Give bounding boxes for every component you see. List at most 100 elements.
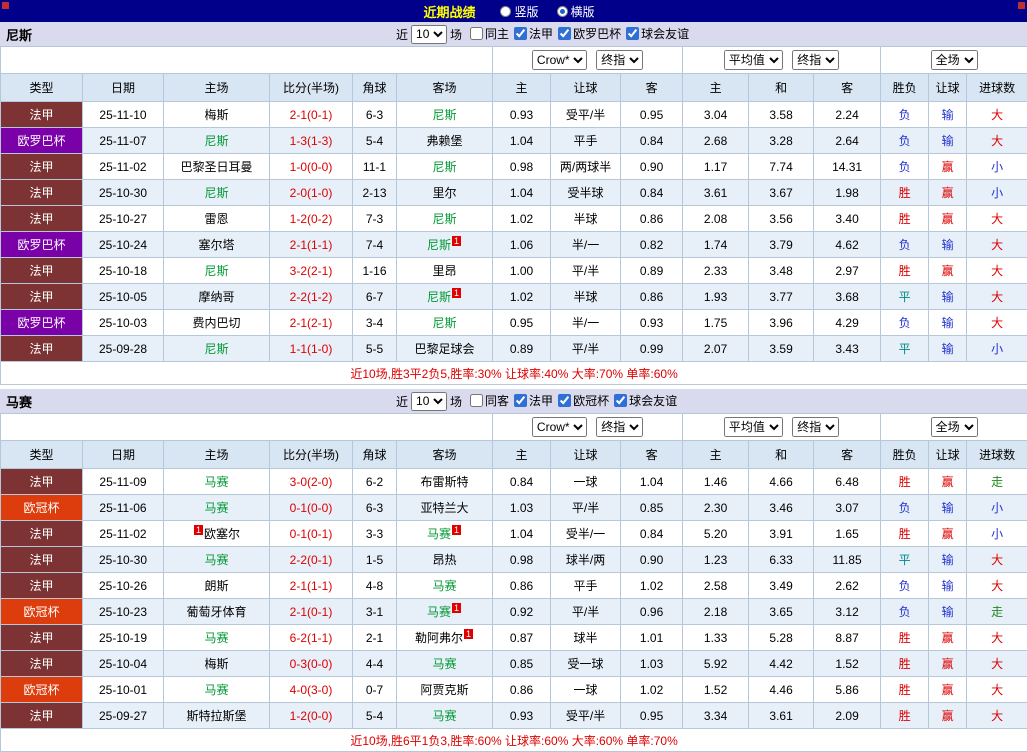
match-count-select[interactable]: 10 — [411, 392, 447, 411]
handicap-result-cell: 赢 — [929, 469, 967, 495]
avg-odds-select[interactable]: 平均值 — [724, 50, 783, 70]
avg-away-odds-cell: 1.98 — [814, 180, 881, 206]
result-cell: 负 — [881, 232, 929, 258]
team-label: 摩纳哥 — [198, 290, 234, 304]
filter-option[interactable]: 欧罗巴杯 — [558, 25, 621, 42]
result-cell: 负 — [881, 154, 929, 180]
home-team-cell: 马赛 — [164, 677, 270, 703]
corner-cell: 7-4 — [353, 232, 397, 258]
goals-cell: 走 — [967, 599, 1027, 625]
filter-option[interactable]: 法甲 — [514, 392, 553, 409]
result-cell: 平 — [881, 336, 929, 362]
bookmaker-select-cell: Crow* 终指 — [493, 414, 683, 441]
competition-cell: 法甲 — [1, 573, 83, 599]
date-cell: 25-10-05 — [83, 284, 164, 310]
avg-mode-select[interactable]: 终指 — [792, 50, 839, 70]
corner-decoration-icon — [2, 2, 9, 9]
avg-draw-odds-cell: 3.59 — [749, 336, 814, 362]
filter-checkbox[interactable] — [626, 27, 639, 40]
handicap-result-cell: 输 — [929, 573, 967, 599]
section-header: 尼斯 近 10 场 同主法甲欧罗巴杯球会友谊 — [0, 22, 1027, 46]
topbar: 近期战绩 竖版 横版 — [0, 0, 1027, 22]
match-row: 欧罗巴杯25-11-07尼斯1-3(1-3)5-4弗赖堡1.04平手0.842.… — [1, 128, 1027, 154]
score-cell: 0-1(0-0) — [270, 495, 353, 521]
scope-select[interactable]: 全场 — [931, 417, 978, 437]
filter-option[interactable]: 球会友谊 — [614, 392, 677, 409]
filter-checkbox-label: 欧罗巴杯 — [573, 25, 621, 42]
team-label: 尼斯 — [433, 212, 457, 226]
team-label: 弗赖堡 — [427, 134, 463, 148]
avg-draw-odds-cell: 3.65 — [749, 599, 814, 625]
avg-select-cell: 平均值 终指 — [683, 47, 881, 74]
corner-cell: 5-4 — [353, 128, 397, 154]
filter-checkbox[interactable] — [470, 27, 483, 40]
bookmaker-select[interactable]: Crow* — [532, 417, 587, 437]
scope-select[interactable]: 全场 — [931, 50, 978, 70]
page-title: 近期战绩 — [423, 2, 475, 21]
avg-mode-select[interactable]: 终指 — [792, 417, 839, 437]
score-cell: 3-0(2-0) — [270, 469, 353, 495]
away-team-cell: 阿贾克斯 — [397, 677, 493, 703]
competition-cell: 法甲 — [1, 154, 83, 180]
handicap-home-odds-cell: 1.04 — [493, 128, 551, 154]
avg-odds-select[interactable]: 平均值 — [724, 417, 783, 437]
filter-option[interactable]: 同客 — [470, 392, 509, 409]
filter-checkbox[interactable] — [558, 394, 571, 407]
handicap-home-odds-cell: 0.93 — [493, 703, 551, 729]
handicap-home-odds-cell: 0.85 — [493, 651, 551, 677]
team-label: 马赛 — [204, 553, 228, 567]
score-cell: 1-2(0-2) — [270, 206, 353, 232]
avg-home-odds-cell: 5.92 — [683, 651, 749, 677]
competition-cell: 法甲 — [1, 180, 83, 206]
result-cell: 负 — [881, 102, 929, 128]
home-team-cell: 马赛 — [164, 469, 270, 495]
match-row: 欧冠杯25-11-06马赛0-1(0-0)6-3亚特兰大1.03平/半0.852… — [1, 495, 1027, 521]
red-card-badge: 1 — [452, 525, 461, 535]
team-label: 雷恩 — [204, 212, 228, 226]
filter-checkbox[interactable] — [470, 394, 483, 407]
filter-option[interactable]: 欧冠杯 — [558, 392, 609, 409]
filter-option[interactable]: 法甲 — [514, 25, 553, 42]
handicap-away-odds-cell: 0.95 — [621, 102, 683, 128]
handicap-line-cell: 半球 — [551, 284, 621, 310]
team-label: 马赛 — [204, 683, 228, 697]
filter-checkbox[interactable] — [614, 394, 627, 407]
team-label: 马赛 — [427, 605, 451, 619]
handicap-away-odds-cell: 0.85 — [621, 495, 683, 521]
team-label: 亚特兰大 — [421, 501, 469, 515]
filter-checkbox[interactable] — [514, 394, 527, 407]
layout-radio-vertical[interactable]: 竖版 — [500, 3, 538, 20]
column-header: 角球 — [353, 74, 397, 102]
team-label: 费内巴切 — [192, 316, 240, 330]
date-cell: 25-11-02 — [83, 154, 164, 180]
away-team-cell: 马赛 — [397, 573, 493, 599]
away-team-cell: 马赛1 — [397, 521, 493, 547]
handicap-away-odds-cell: 0.86 — [621, 284, 683, 310]
team-label: 阿贾克斯 — [421, 683, 469, 697]
bookmaker-mode-select[interactable]: 终指 — [596, 417, 643, 437]
corner-cell: 6-2 — [353, 469, 397, 495]
team-label: 塞尔塔 — [198, 238, 234, 252]
handicap-result-cell: 输 — [929, 102, 967, 128]
avg-away-odds-cell: 8.87 — [814, 625, 881, 651]
bookmaker-mode-select[interactable]: 终指 — [596, 50, 643, 70]
competition-cell: 法甲 — [1, 625, 83, 651]
date-cell: 25-11-07 — [83, 128, 164, 154]
filter-option[interactable]: 同主 — [470, 25, 509, 42]
filter-checkbox[interactable] — [514, 27, 527, 40]
corner-cell: 3-3 — [353, 521, 397, 547]
filter-checkbox[interactable] — [558, 27, 571, 40]
column-header: 客场 — [397, 74, 493, 102]
team-label: 巴黎圣日耳曼 — [180, 160, 252, 174]
handicap-away-odds-cell: 1.02 — [621, 573, 683, 599]
handicap-result-cell: 赢 — [929, 258, 967, 284]
avg-home-odds-cell: 2.68 — [683, 128, 749, 154]
filter-option[interactable]: 球会友谊 — [626, 25, 689, 42]
match-row: 法甲25-11-10梅斯2-1(0-1)6-3尼斯0.93受平/半0.953.0… — [1, 102, 1027, 128]
handicap-home-odds-cell: 0.89 — [493, 336, 551, 362]
home-team-cell: 费内巴切 — [164, 310, 270, 336]
layout-radio-horizontal[interactable]: 横版 — [557, 3, 595, 20]
column-header: 客 — [814, 74, 881, 102]
match-count-select[interactable]: 10 — [411, 25, 447, 44]
bookmaker-select[interactable]: Crow* — [532, 50, 587, 70]
